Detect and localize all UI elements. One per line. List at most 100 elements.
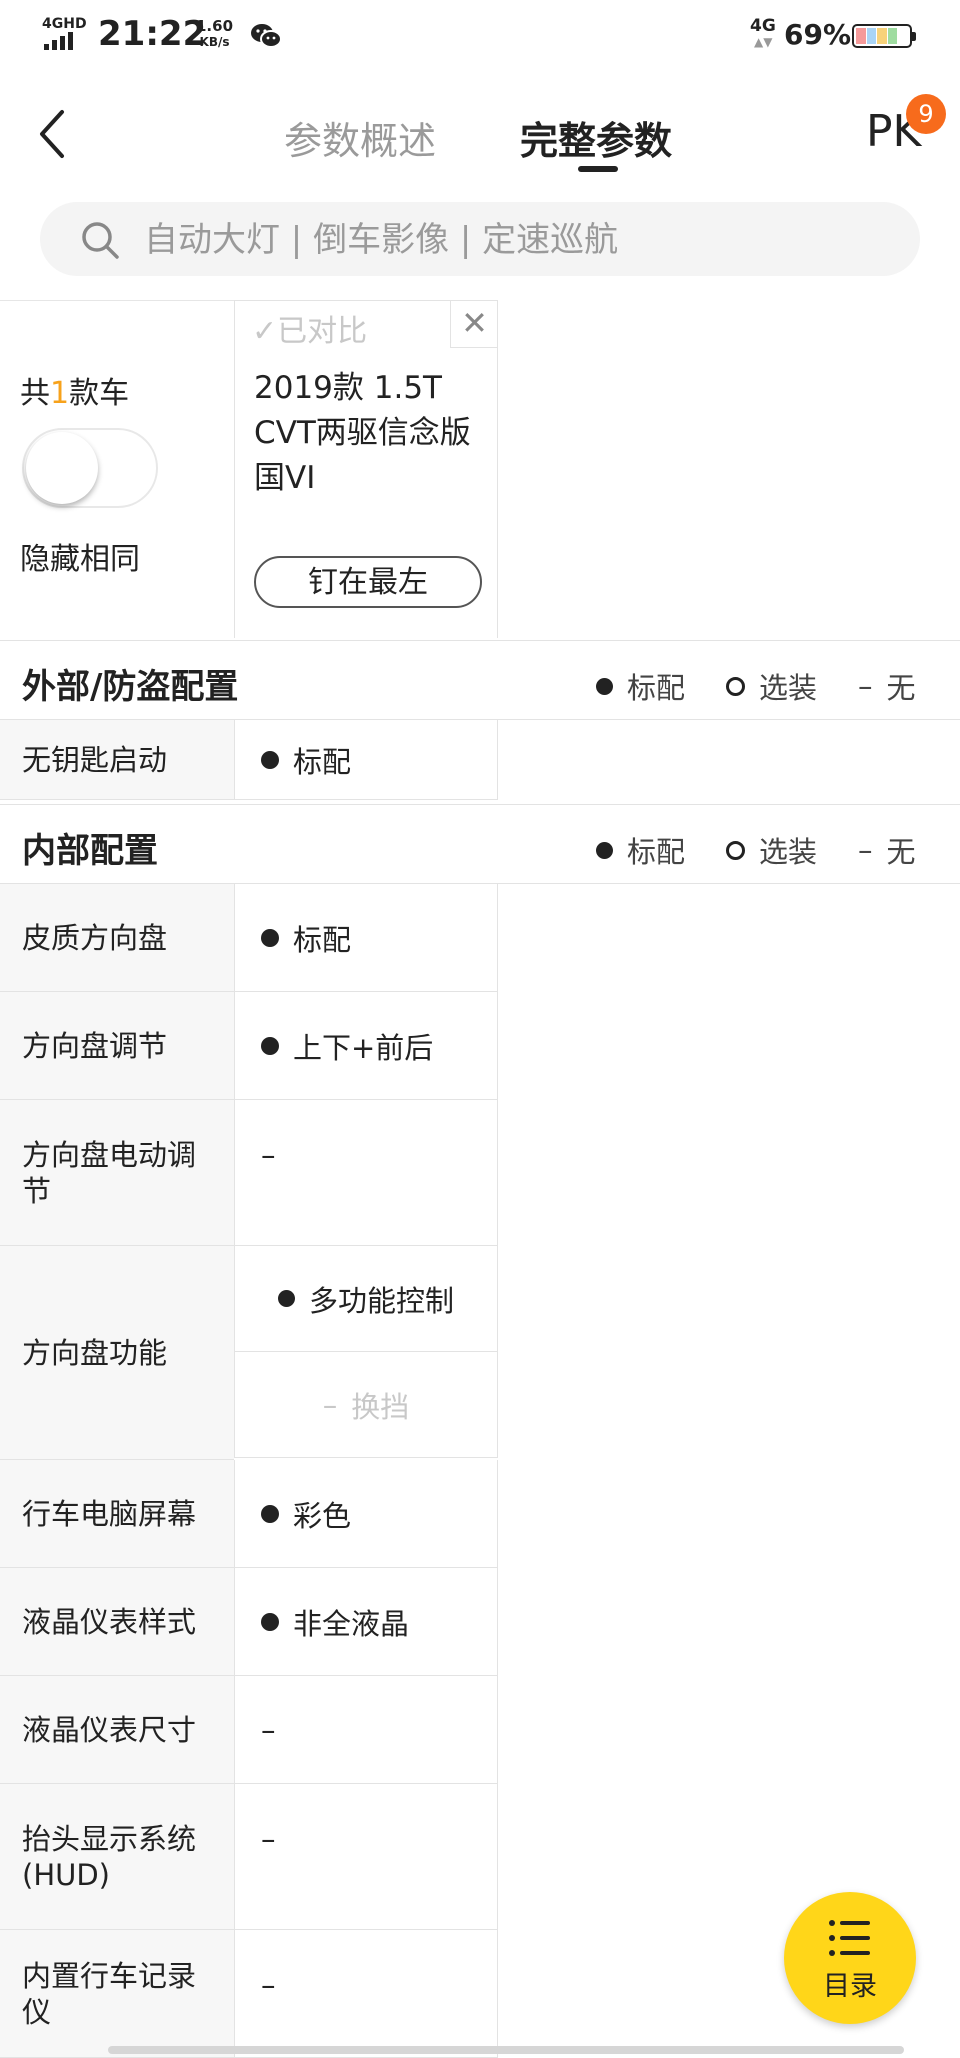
table-row: 无钥匙启动 标配 [0,720,498,800]
clock: 21:22 [98,14,207,54]
legend-standard: 标配 [596,665,685,707]
table-row: 液晶仪表尺寸 – [0,1676,498,1784]
row-value: – [234,1100,498,1246]
search-bar[interactable] [40,202,920,276]
dash-icon: – [858,669,873,703]
catalog-fab-button[interactable]: 目录 [784,1892,916,2024]
network-label: 4GHD [42,16,87,32]
row-value-text: 标配 [293,922,352,957]
section-header-interior: 内部配置 标配 选装 – 无 [0,804,960,884]
legend-none-label: 无 [886,671,916,705]
toggle-knob [26,432,98,504]
wechat-icon [251,24,282,48]
status-bar: 4GHD 21:22 1.60 KB/s 4G ▲▼ 69% [0,0,960,72]
row-value: – [234,1930,498,2058]
dash-icon: – [322,1387,338,1422]
row-label: 液晶仪表样式 [0,1568,234,1676]
filled-dot-icon [261,928,279,947]
table-row: 液晶仪表样式 非全液晶 [0,1568,498,1676]
search-input[interactable] [142,212,886,268]
legend-optional-label: 选装 [759,835,818,869]
row-value-text: 非全液晶 [293,1606,410,1641]
table-row: 皮质方向盘 标配 [0,884,498,992]
row-value: – [234,1784,498,1930]
dash-icon: – [858,833,873,867]
filled-dot-icon [261,750,279,769]
row-label: 无钥匙启动 [0,720,234,800]
close-icon[interactable]: ✕ [450,300,498,348]
catalog-label: 目录 [823,1971,877,2002]
net-speed: 1.60 KB/s [196,18,233,50]
back-arrow-icon[interactable] [34,104,74,164]
row-value-text: 标配 [293,744,352,779]
row-value: 上下+前后 [234,992,498,1100]
row-value-text: 彩色 [293,1498,352,1533]
horizontal-scrollbar[interactable] [108,2046,904,2054]
legend-none: – 无 [858,665,916,707]
filled-dot-icon [277,1290,295,1307]
hide-same-toggle[interactable] [22,428,158,508]
section-title: 外部/防盗配置 [22,667,239,707]
legend-none: – 无 [858,829,916,871]
row-value: 多功能控制 [234,1246,498,1352]
row-label: 内置行车记录仪 [0,1930,234,2058]
net-speed-value: 1.60 [196,17,234,35]
filled-dot-icon [261,1612,279,1631]
filled-dot-icon [261,1036,279,1055]
row-value: – [234,1676,498,1784]
filled-dot-icon [261,1504,279,1523]
section-title: 内部配置 [22,831,158,871]
car-count-suffix: 款车 [69,376,130,411]
car-name: 2019款 1.5T CVT两驱信念版 国VI [254,370,471,496]
row-value-text: 换挡 [351,1389,410,1424]
row-value-disabled: – 换挡 [234,1352,498,1458]
search-icon [82,222,119,259]
legend-standard-label: 标配 [627,835,686,869]
legend-none-label: 无 [886,835,916,869]
network-type: 4G ▲▼ [750,16,776,50]
hollow-circle-icon [726,676,745,696]
row-value: 非全液晶 [234,1568,498,1676]
pk-count-badge: 9 [906,94,946,134]
table-row: 方向盘电动调节 – [0,1100,498,1246]
legend-optional: 选装 [726,829,817,871]
row-label: 方向盘调节 [0,992,234,1100]
table-row: 方向盘功能 多功能控制 – 换挡 [0,1246,498,1460]
row-label: 抬头显示系统(HUD) [0,1784,234,1930]
check-icon: ✓ [252,314,278,349]
battery-icon [852,24,916,48]
legend-optional: 选装 [726,665,817,707]
tab-overview[interactable]: 参数概述 [284,110,436,165]
compared-label: 已对比 [277,314,368,349]
tab-full-params[interactable]: 完整参数 [520,110,672,165]
row-label: 液晶仪表尺寸 [0,1676,234,1784]
row-value-text: 多功能控制 [308,1283,454,1318]
signal-icon: 4GHD [42,16,92,52]
row-value: 标配 [234,884,498,992]
row-value-text: 上下+前后 [293,1030,434,1065]
pin-left-button[interactable]: 钉在最左 [254,556,482,608]
filled-dot-icon [596,677,613,695]
table-row: 抬头显示系统(HUD) – [0,1784,498,1930]
menu-list-icon [829,1920,870,1956]
section-header-exterior: 外部/防盗配置 标配 选装 – 无 [0,640,960,720]
table-row: 内置行车记录仪 – [0,1930,498,2058]
table-row: 方向盘调节 上下+前后 [0,992,498,1100]
hide-same-label: 隐藏相同 [20,542,140,577]
filled-dot-icon [596,841,613,859]
row-value: 彩色 [234,1460,498,1568]
legend-optional-label: 选装 [759,671,818,705]
row-label: 皮质方向盘 [0,884,234,992]
car-count-prefix: 共 [20,376,50,411]
net-speed-unit: KB/s [199,35,230,49]
battery-percent: 69% [784,18,852,51]
car-count-number: 1 [50,376,70,411]
row-label: 方向盘电动调节 [0,1100,234,1246]
compared-status: ✓已对比 [252,306,367,350]
row-label: 方向盘功能 [0,1246,234,1460]
active-tab-indicator [578,166,618,172]
network-type-label: 4G [750,16,776,36]
row-label: 行车电脑屏幕 [0,1460,234,1568]
legend-standard: 标配 [596,829,685,871]
car-count: 共1款车 [20,368,129,412]
